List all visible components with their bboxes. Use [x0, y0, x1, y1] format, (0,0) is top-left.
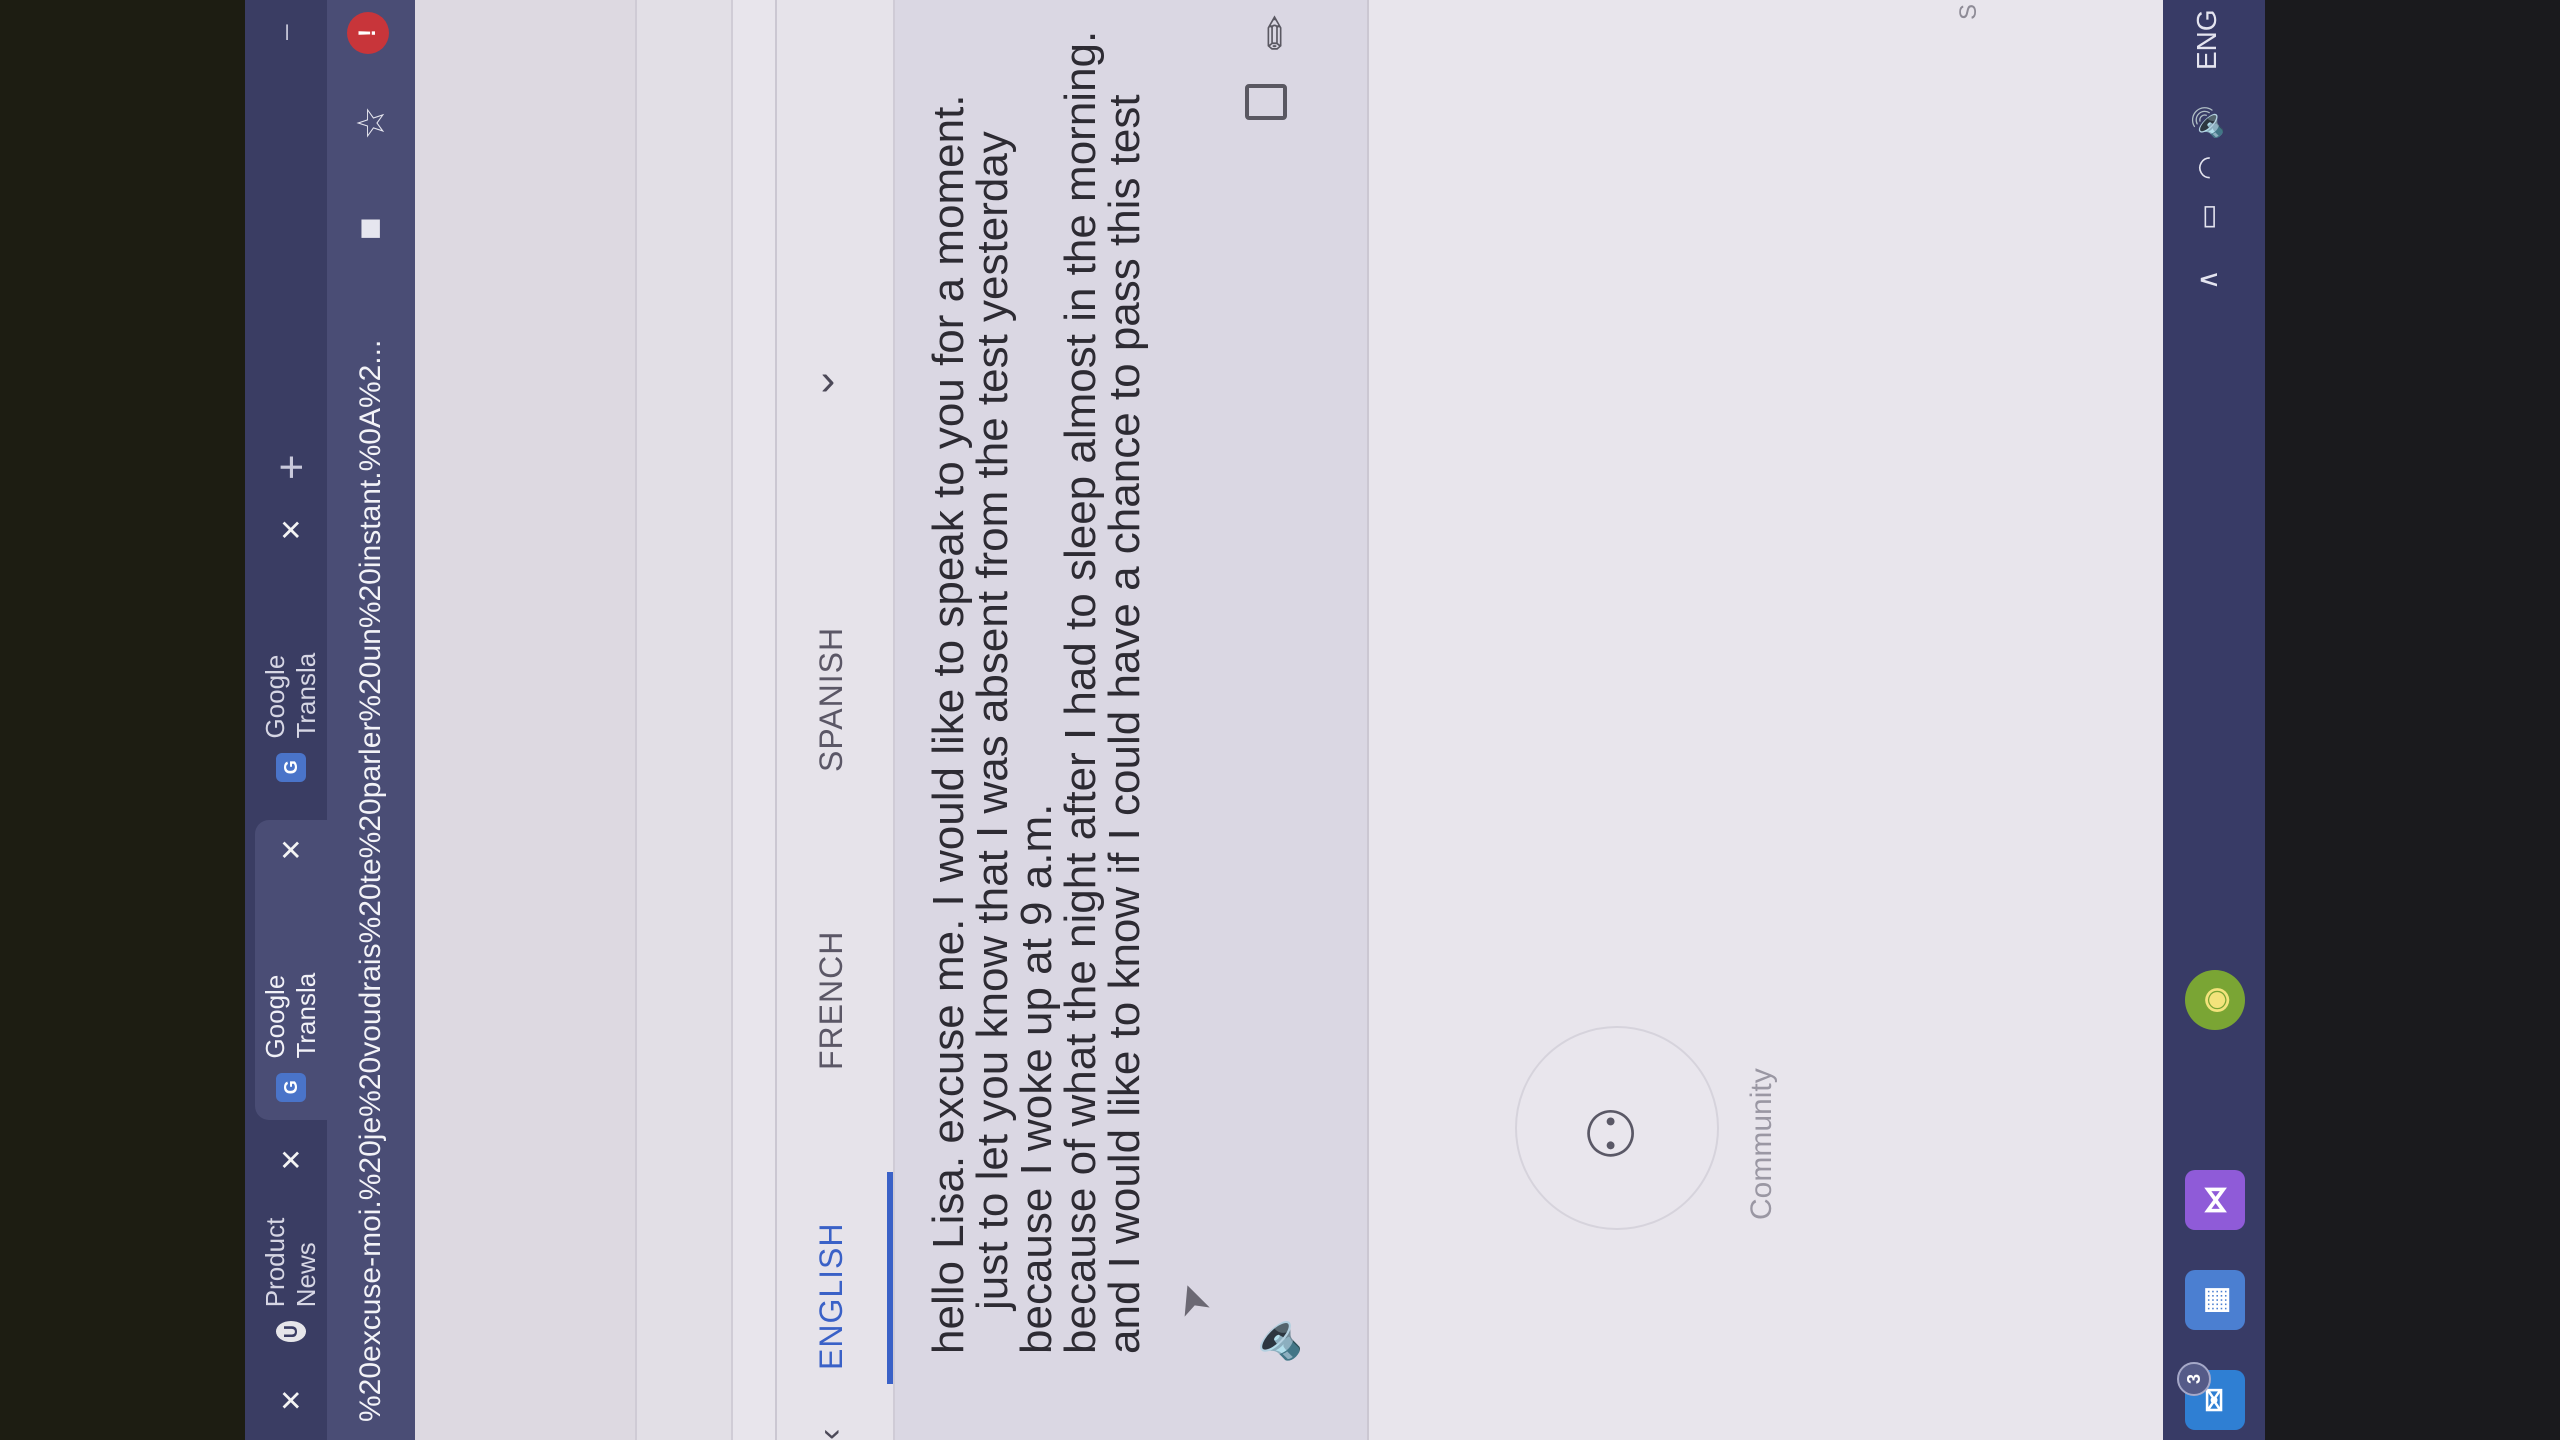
monitor-bezel-left	[0, 0, 245, 1440]
tab-label: Google Transla	[260, 972, 321, 1059]
page-fragment-text: S	[1955, 3, 1982, 20]
address-bar[interactable]: %20excuse-moi.%20je%20voudrais%20te%20pa…	[339, 80, 403, 1440]
tab-french[interactable]: FRENCH	[813, 931, 850, 1070]
extension-badge-icon[interactable]: !	[347, 12, 389, 54]
close-icon[interactable]: ✕	[275, 1148, 308, 1171]
community-label: Community	[1745, 1068, 1778, 1220]
chrome-icon[interactable]: ◉	[2185, 970, 2245, 1030]
wifi-icon[interactable]: ◠	[2191, 156, 2224, 180]
page-content: ‹ ENGLISH FRENCH SPANISH › hello Lisa. e…	[415, 0, 2265, 1440]
output-line: because of what the night after I had to…	[1056, 30, 1105, 1354]
close-icon[interactable]: ✕	[275, 518, 308, 541]
output-line: and I would like to know if I could have…	[1100, 94, 1149, 1354]
tab-product-news[interactable]: U Product News ✕	[255, 1130, 327, 1360]
tab-english[interactable]: ENGLISH	[813, 1223, 850, 1370]
mail-app-icon[interactable]: ✉ 3	[2177, 1362, 2245, 1430]
tab-spanish[interactable]: SPANISH	[813, 627, 850, 772]
output-line: hello Lisa. excuse me. I would like to s…	[924, 94, 973, 1354]
speaker-icon[interactable]: 🔈	[1247, 1307, 1302, 1364]
visual-studio-icon[interactable]: ⋈	[2185, 1170, 2245, 1230]
chevron-left-icon[interactable]: ‹	[811, 1429, 850, 1440]
output-line: just to let you know that I was absent f…	[968, 131, 1017, 1310]
extension-icon[interactable]: ■	[349, 217, 392, 240]
screen: ✕ U Product News ✕ G Google Transla ✕ G …	[245, 0, 2265, 1440]
chevron-up-icon[interactable]: ∧	[2191, 270, 2224, 291]
input-area	[415, 0, 637, 1440]
tab-truncated[interactable]: ✕	[255, 1380, 327, 1440]
photo-stage: ✕ U Product News ✕ G Google Transla ✕ G …	[0, 0, 2560, 1440]
battery-icon[interactable]: ▭	[2191, 204, 2224, 230]
monitor-bezel-right	[2265, 0, 2560, 1440]
close-icon[interactable]: ✕	[275, 838, 308, 861]
translation-output-text: hello Lisa. excuse me. I would like to s…	[924, 30, 1149, 1354]
store-app-icon[interactable]: ▦	[2185, 1270, 2245, 1330]
community-people-icon: ⚇	[1576, 1104, 1648, 1162]
google-translate-favicon-icon: G	[276, 1072, 306, 1102]
active-tab-indicator	[887, 1172, 893, 1384]
minimize-icon[interactable]: –	[269, 24, 301, 40]
translation-output-card: ‹ ENGLISH FRENCH SPANISH › hello Lisa. e…	[775, 0, 1369, 1440]
browser-tab-strip: ✕ U Product News ✕ G Google Transla ✕ G …	[245, 0, 327, 1440]
product-news-favicon-icon: U	[276, 1321, 306, 1342]
tab-label: Google Transla	[260, 652, 321, 739]
tab-google-translate[interactable]: G Google Transla ✕	[255, 500, 327, 800]
target-language-bar: ‹ ENGLISH FRENCH SPANISH ›	[777, 0, 895, 1440]
tab-label: Product News	[260, 1217, 321, 1308]
input-controls-bar	[637, 0, 733, 1440]
mail-badge: 3	[2177, 1362, 2211, 1396]
close-icon[interactable]: ✕	[275, 1389, 308, 1412]
chevron-down-icon[interactable]: ›	[821, 356, 836, 406]
output-line: because I woke up at 9 a.m.	[1012, 803, 1061, 1354]
google-translate-favicon-icon: G	[276, 752, 306, 782]
mouse-cursor-icon: ➤	[1163, 1275, 1220, 1325]
tab-google-translate-active[interactable]: G Google Transla ✕	[255, 820, 327, 1120]
os-taskbar: ✉ 3 ▦ ⋈ ◉ ∧ ▭ ◠ 🔊 ENG	[2163, 0, 2265, 1440]
bookmark-star-icon[interactable]: ☆	[349, 106, 394, 140]
browser-toolbar: %20excuse-moi.%20je%20voudrais%20te%20pa…	[327, 0, 415, 1440]
pencil-icon[interactable]: ✎	[1246, 3, 1306, 63]
new-tab-plus-icon[interactable]: +	[267, 454, 317, 480]
volume-icon[interactable]: 🔊	[2191, 105, 2224, 140]
input-language[interactable]: ENG	[2191, 9, 2223, 70]
copy-icon[interactable]	[1245, 84, 1287, 120]
